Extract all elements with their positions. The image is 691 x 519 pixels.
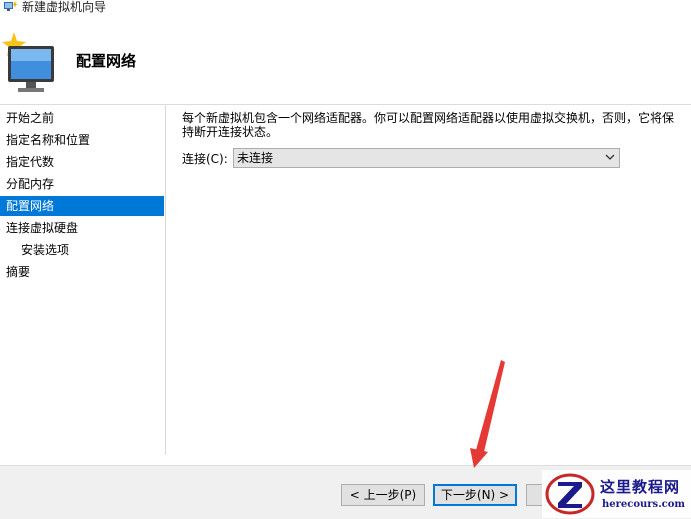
step-name-location[interactable]: 指定名称和位置: [0, 130, 164, 150]
step-install-options[interactable]: 安装选项: [0, 240, 164, 260]
step-summary[interactable]: 摘要: [0, 262, 164, 282]
network-description: 每个新虚拟机包含一个网络适配器。你可以配置网络适配器以使用虚拟交换机，否则，它将…: [182, 111, 675, 139]
step-virtual-disk[interactable]: 连接虚拟硬盘: [0, 218, 164, 238]
wizard-steps: 开始之前 指定名称和位置 指定代数 分配内存 配置网络 连接虚拟硬盘 安装选项 …: [0, 105, 166, 455]
connection-dropdown[interactable]: 未连接: [233, 148, 620, 168]
previous-button[interactable]: < 上一步(P): [341, 484, 425, 506]
connection-value: 未连接: [237, 151, 274, 165]
page-title: 配置网络: [76, 52, 137, 70]
wizard-header: 配置网络: [0, 16, 691, 105]
watermark: 这里教程网 herecours.com: [542, 470, 691, 518]
chevron-down-icon: [605, 154, 615, 160]
title-bar: 新建虚拟机向导: [0, 0, 691, 16]
app-icon: [4, 1, 18, 11]
watermark-logo-icon: [545, 473, 595, 515]
watermark-url: herecours.com: [602, 499, 686, 510]
connection-label: 连接(C):: [182, 152, 228, 166]
monitor-icon: [2, 32, 54, 92]
next-button[interactable]: 下一步(N) >: [433, 484, 517, 506]
step-network[interactable]: 配置网络: [0, 196, 164, 216]
step-memory[interactable]: 分配内存: [0, 174, 164, 194]
step-generation[interactable]: 指定代数: [0, 152, 164, 172]
window-title: 新建虚拟机向导: [22, 0, 107, 14]
watermark-title: 这里教程网: [600, 478, 681, 496]
main-content: 每个新虚拟机包含一个网络适配器。你可以配置网络适配器以使用虚拟交换机，否则，它将…: [166, 105, 691, 465]
step-before-you-begin[interactable]: 开始之前: [0, 108, 164, 128]
